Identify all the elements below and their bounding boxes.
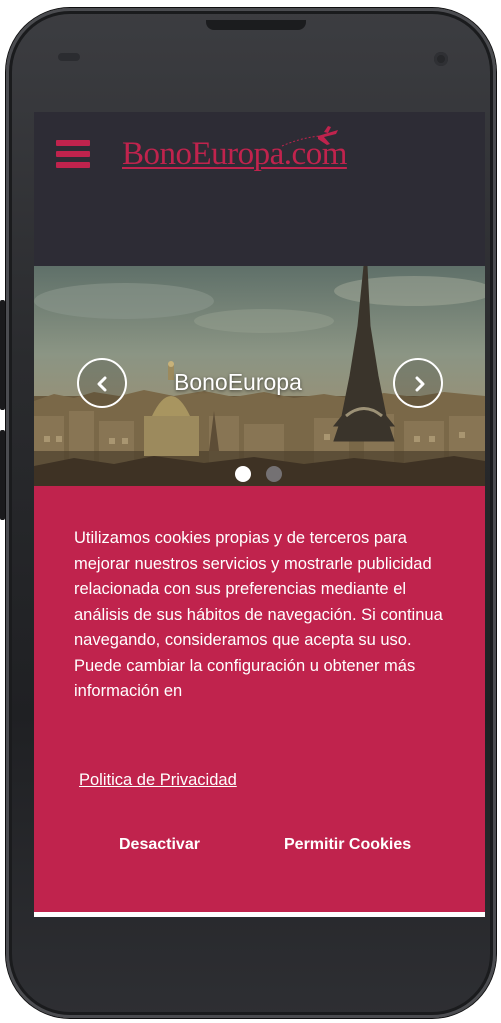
- carousel-prev-button[interactable]: [77, 358, 127, 408]
- deactivate-cookies-button[interactable]: Desactivar: [119, 836, 200, 854]
- allow-cookies-button[interactable]: Permitir Cookies: [284, 836, 411, 854]
- chevron-right-icon: [415, 376, 425, 392]
- carousel-dot-1[interactable]: [235, 466, 251, 482]
- hero-carousel: BonoEuropa: [34, 266, 485, 486]
- phone-speaker: [206, 20, 306, 30]
- carousel-dot-2[interactable]: [266, 466, 282, 482]
- phone-sensor: [58, 53, 80, 61]
- carousel-next-button[interactable]: [393, 358, 443, 408]
- carousel-slide-title: BonoEuropa: [174, 369, 302, 395]
- cookie-message: Utilizamos cookies propias y de terceros…: [74, 529, 443, 700]
- hamburger-menu-icon[interactable]: [56, 140, 90, 170]
- site-logo[interactable]: BonoEuropa.com: [122, 136, 347, 173]
- privacy-policy-link[interactable]: Politica de Privacidad: [79, 771, 237, 790]
- screen-bottom-strip: [34, 912, 485, 917]
- site-header: BonoEuropa.com: [34, 112, 485, 266]
- front-camera: [434, 52, 448, 66]
- cookie-consent-banner: Utilizamos cookies propias y de terceros…: [34, 486, 485, 912]
- phone-screen: BonoEuropa.com BonoEuropa Utilizamos coo…: [34, 112, 485, 917]
- power-button: [0, 430, 5, 520]
- chevron-left-icon: [97, 376, 107, 392]
- volume-button: [0, 300, 5, 410]
